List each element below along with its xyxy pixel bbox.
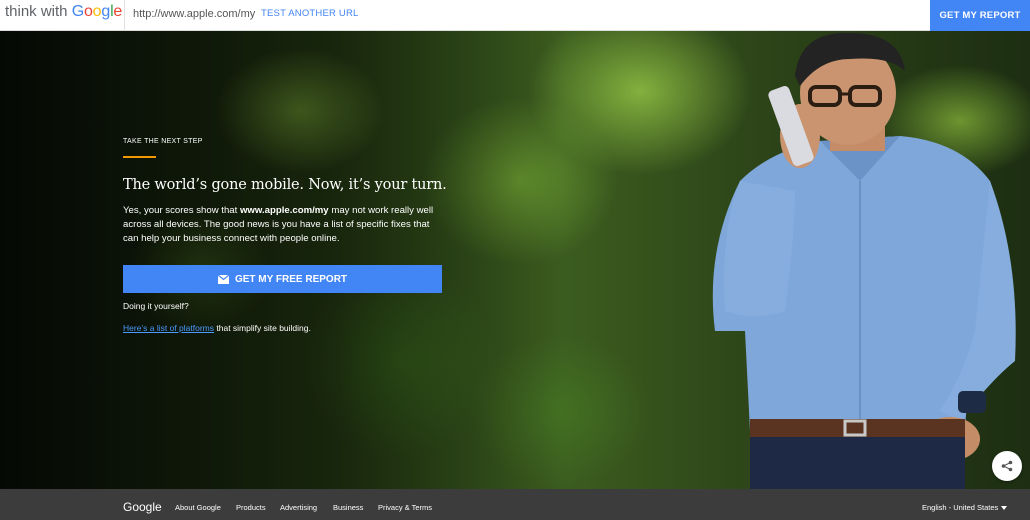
caret-down-icon: [1001, 506, 1008, 511]
language-label: English - United States: [922, 503, 999, 512]
platforms-text: Here’s a list of platforms that simplify…: [123, 323, 311, 333]
language-selector[interactable]: English - United States: [922, 503, 1008, 512]
top-bar: think with Google http://www.apple.com/m…: [0, 0, 1030, 31]
tested-url: http://www.apple.com/my: [133, 8, 256, 20]
hero-shade: [0, 31, 560, 489]
body-site: www.apple.com/my: [239, 205, 329, 216]
share-icon: [1001, 460, 1013, 472]
footer-link-business[interactable]: Business: [333, 503, 363, 512]
eyebrow-rule: [123, 156, 156, 158]
body-prefix: Yes, your scores show that: [123, 205, 240, 216]
footer-link-products[interactable]: Products: [236, 503, 266, 512]
footer-google-logo[interactable]: Google: [123, 500, 162, 514]
footer-link-privacy[interactable]: Privacy & Terms: [378, 503, 432, 512]
share-button[interactable]: [992, 451, 1022, 481]
brand-google-wordmark: Google: [71, 3, 123, 20]
platforms-suffix: that simplify site building.: [214, 323, 311, 333]
cta-label: GET MY FREE REPORT: [234, 273, 348, 285]
footer-link-about[interactable]: About Google: [175, 503, 221, 512]
hero-body: Yes, your scores show that www.apple.com…: [123, 204, 443, 246]
get-my-free-report-button[interactable]: GET MY FREE REPORT: [123, 265, 442, 293]
man-on-phone-photo: [712, 32, 1016, 489]
envelope-icon: [217, 274, 229, 284]
get-my-report-button[interactable]: GET MY REPORT: [930, 0, 1030, 31]
test-another-url-link[interactable]: TEST ANOTHER URL: [261, 8, 359, 19]
eyebrow-label: TAKE THE NEXT STEP: [123, 138, 203, 145]
platforms-link[interactable]: Here’s a list of platforms: [123, 323, 214, 333]
footer: Google About Google Products Advertising…: [0, 489, 1030, 520]
hero-section: TAKE THE NEXT STEP The world’s gone mobi…: [0, 31, 1030, 489]
hero-headline: The world’s gone mobile. Now, it’s your …: [123, 177, 447, 193]
header-divider: [124, 0, 125, 31]
think-with-google-logo[interactable]: think with Google: [5, 3, 122, 21]
footer-link-advertising[interactable]: Advertising: [280, 503, 317, 512]
brand-prefix: think with: [5, 3, 72, 20]
doing-it-yourself-label: Doing it yourself?: [123, 301, 189, 311]
